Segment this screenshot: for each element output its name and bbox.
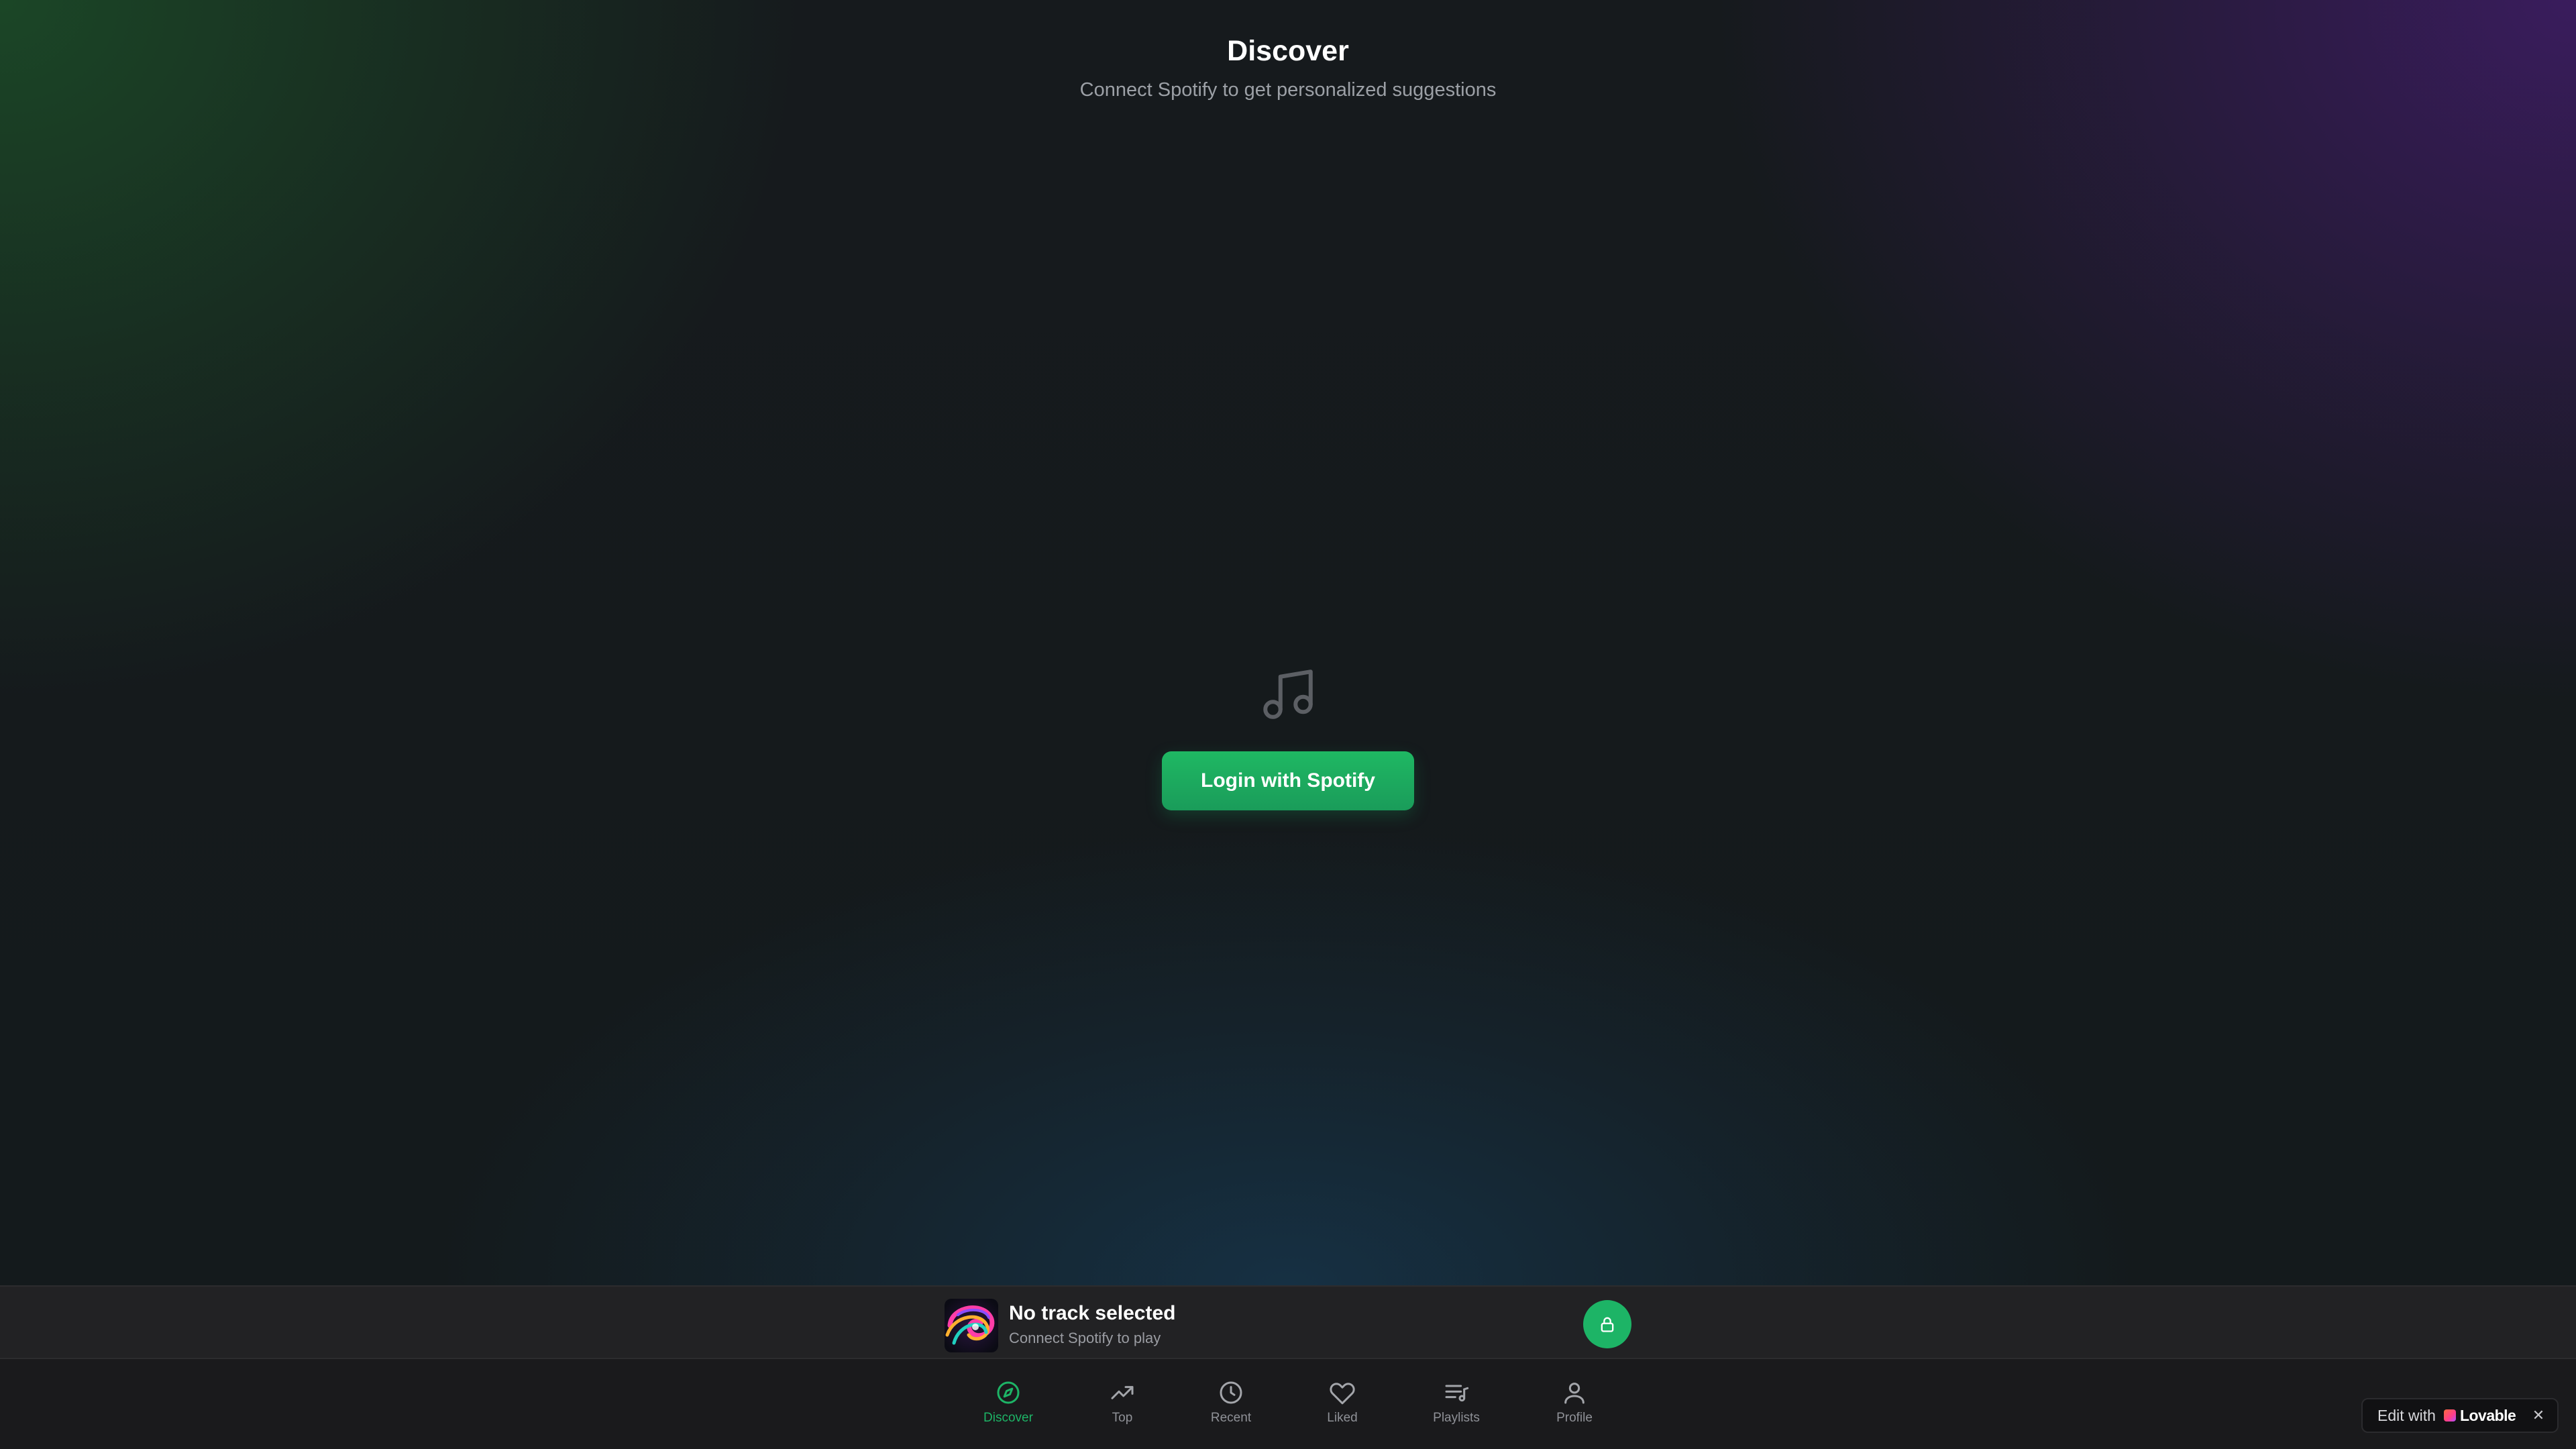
nav-item-liked[interactable]: Liked — [1299, 1379, 1386, 1426]
close-icon[interactable]: ✕ — [2529, 1406, 2548, 1425]
nav-label-top: Top — [1112, 1411, 1133, 1425]
nav-label-discover: Discover — [983, 1411, 1033, 1425]
empty-state: Login with Spotify — [0, 664, 2576, 810]
track-info: No track selected Connect Spotify to pla… — [1009, 1301, 1175, 1348]
bottom-navigation: Discover Top Recent Liked Playlists Prof… — [0, 1359, 2576, 1449]
trending-up-icon — [1111, 1386, 1134, 1399]
nav-label-playlists: Playlists — [1433, 1411, 1480, 1425]
clock-icon — [1220, 1381, 1242, 1404]
nav-label-profile: Profile — [1556, 1411, 1593, 1425]
track-title: No track selected — [1009, 1302, 1176, 1324]
album-art — [945, 1299, 998, 1352]
page-subtitle: Connect Spotify to get personalized sugg… — [1079, 79, 1497, 101]
playlist-icon — [1445, 1385, 1469, 1402]
now-playing-bar: No track selected Connect Spotify to pla… — [0, 1285, 2576, 1359]
nav-item-recent[interactable]: Recent — [1187, 1379, 1275, 1426]
badge-text: Edit with — [2377, 1406, 2436, 1424]
nav-label-liked: Liked — [1327, 1411, 1358, 1425]
app-root: Discover Connect Spotify to get personal… — [0, 0, 2576, 1449]
compass-icon — [997, 1381, 1020, 1404]
lock-button[interactable] — [1583, 1300, 1631, 1348]
login-with-spotify-button[interactable]: Login with Spotify — [1162, 751, 1414, 810]
lock-icon — [1601, 1317, 1614, 1332]
nav-item-discover[interactable]: Discover — [965, 1379, 1052, 1426]
track-subtitle: Connect Spotify to play — [1009, 1330, 1161, 1346]
badge-brand: Lovable — [2459, 1406, 2516, 1424]
lovable-logo-icon — [2443, 1409, 2456, 1421]
heart-icon — [1330, 1383, 1355, 1405]
user-icon — [1564, 1383, 1585, 1404]
gradient-background — [0, 0, 2576, 1285]
music-note-icon — [1263, 669, 1313, 719]
edit-with-lovable-badge[interactable]: Edit with Lovable ✕ — [2361, 1398, 2559, 1433]
nav-item-top[interactable]: Top — [1079, 1379, 1166, 1426]
nav-item-playlists[interactable]: Playlists — [1413, 1379, 1500, 1426]
page-header: Discover Connect Spotify to get personal… — [0, 32, 2576, 103]
nav-item-profile[interactable]: Profile — [1531, 1379, 1618, 1426]
nav-label-recent: Recent — [1210, 1411, 1252, 1425]
page-title: Discover — [1227, 35, 1349, 67]
